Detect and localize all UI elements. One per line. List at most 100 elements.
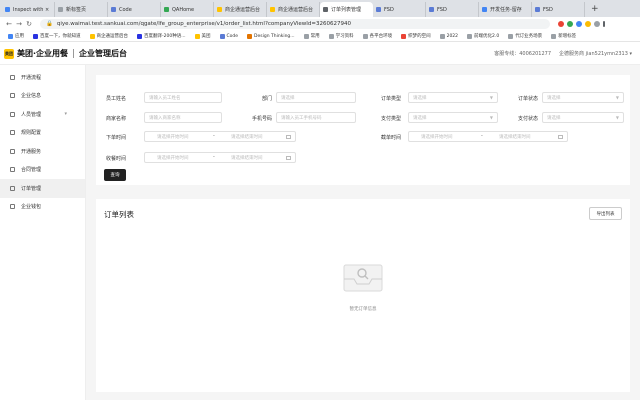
tab-favicon-icon [217,7,222,12]
calendar-icon [286,134,291,139]
forward-icon[interactable]: → [14,20,24,28]
employee-name-input[interactable]: 请输入员工姓名 [144,92,222,103]
sidebar-item[interactable]: 人员管理 ▾ [0,105,85,124]
address-bar[interactable]: 🔒 qiye.waimai.test.sankuai.com/qgate/lfe… [40,19,550,29]
extension-icon[interactable] [585,21,591,27]
tab-label: FSD [543,6,553,13]
bookmark-item[interactable]: Code [219,33,239,39]
page-title: 企业管理后台 [79,49,128,58]
browser-tab[interactable]: FSD [426,2,479,17]
sidebar-item-label: 合同管理 [21,167,42,174]
new-tab-button[interactable]: + [591,2,599,17]
phone-label: 手机号码 [251,116,272,122]
order-time-label: 下单时间 [105,135,126,141]
bookmark-label: 学习资料 [335,34,354,39]
order-list-panel: 订单列表 导出列表 暂无订单信息 [96,199,630,392]
tab-label: 订单列表管理 [331,7,362,13]
bookmark-icon [219,33,225,39]
extension-icon[interactable] [567,21,573,27]
receive-time-range[interactable]: 请选择开始时间 - 请选择结束时间 [144,152,296,163]
bookmark-item[interactable]: 前端优化2.0 [467,33,499,39]
browser-tab[interactable]: 开发任务-留存 [479,2,532,17]
sidebar-item[interactable]: 开通服务 [0,142,85,161]
menu-icon[interactable] [603,21,605,27]
cutoff-time-range[interactable]: 请选择开始时间 - 请选择结束时间 [408,131,568,142]
bookmark-label: 百度翻译-200种语... [144,34,186,39]
tab-favicon-icon [429,7,434,12]
profile-icon[interactable] [594,21,600,27]
sidebar-item[interactable]: 订单管理 [0,179,85,198]
browser-tab[interactable]: Code [108,2,161,17]
pay-type-select[interactable]: 请选择 ▼ [408,112,498,123]
bookmark-item[interactable]: 织梦的空间 [401,33,431,39]
sidebar-item[interactable]: 企业钱包 [0,198,85,217]
bookmark-item[interactable]: 2022 [439,33,459,39]
bookmark-item[interactable]: 商企通运营后台 [89,33,128,39]
browser-tab[interactable]: Inspect with × [2,2,55,17]
extension-icon[interactable] [576,21,582,27]
bookmark-label: 2022 [446,33,459,39]
browser-tab[interactable]: 订单列表管理 [320,2,373,17]
bookmark-item[interactable]: 各平台环境 [362,33,393,39]
bookmark-item[interactable]: 美团 [194,33,211,39]
browser-tab[interactable]: 商企通运营后台 [267,2,320,17]
merchant-name-input[interactable]: 请输入商家名称 [144,112,222,123]
bookmark-label: 常用 [310,34,320,39]
bookmark-label: Design Thinking... [254,33,295,39]
tab-label: 新标签页 [66,7,87,13]
tab-favicon-icon [270,7,275,12]
order-type-select[interactable]: 请选择 ▼ [408,92,498,103]
hotline: 客服专线：4006201277 [494,51,552,57]
bookmark-item[interactable]: 新增标签 [551,33,576,39]
bookmark-icon [467,33,473,39]
department-select[interactable]: 请选择 [276,92,356,103]
browser-tab[interactable]: FSD [373,2,426,17]
tab-label: 商企通运营后台 [278,7,314,13]
bookmark-item[interactable]: 代订业务场景 [508,33,542,39]
query-button[interactable]: 查询 [104,169,126,181]
bookmark-item[interactable]: Design Thinking... [247,33,295,39]
bookmark-item[interactable]: 常用 [303,33,320,39]
bookmark-label: 代订业务场景 [515,34,543,39]
menu-item-icon [10,167,15,173]
bookmark-item[interactable]: 学习资料 [328,33,354,39]
bookmark-icon [508,33,514,39]
bookmark-label: 新增标签 [558,34,577,39]
divider [73,49,75,58]
sidebar-item[interactable]: 合同管理 [0,161,85,180]
user-menu[interactable]: 企德服务商 jian521ymn2313 ▾ [559,50,632,57]
sidebar: 开通流程企业信息人员管理 ▾ 规则配置 开通服务合同管理订单管理 企业钱包 [0,65,86,400]
sidebar-item[interactable]: 开通流程 [0,68,85,87]
order-status-select[interactable]: 请选择 ▼ [542,92,624,103]
pay-status-select[interactable]: 请选择 ▼ [542,112,624,123]
sidebar-item[interactable]: 企业信息 [0,87,85,106]
browser-tab[interactable]: 商企通运营后台 [214,2,267,17]
bookmark-label: 各平台环境 [369,34,393,39]
bookmark-item[interactable]: 百度翻译-200种语... [137,33,186,39]
bookmark-label: 美团 [201,34,211,39]
browser-tab[interactable]: 新标签页 [55,2,108,17]
tab-favicon-icon [111,7,116,12]
tab-label: 开发任务-留存 [490,7,522,13]
order-time-range[interactable]: 请选择开始时间 - 请选择结束时间 [144,131,296,142]
sidebar-item[interactable]: 规则配置 [0,124,85,143]
phone-input[interactable]: 请输入员工手机号码 [276,112,356,123]
bookmark-icon [247,33,253,39]
order-status-label: 订单状态 [517,96,538,102]
bookmark-item[interactable]: 应用 [8,33,24,39]
tab-favicon-icon [58,7,63,12]
back-icon[interactable]: ← [4,20,14,28]
reload-icon[interactable]: ↻ [24,20,34,28]
browser-tab[interactable]: QAHome [161,2,214,17]
extension-icon[interactable] [558,21,564,27]
chevron-down-icon: ▼ [615,115,619,120]
tab-label: 商企通运营后台 [225,7,261,13]
bookmark-label: Code [226,33,239,39]
menu-item-icon [10,93,15,99]
sidebar-item-label: 企业信息 [21,93,42,100]
bookmark-item[interactable]: 百度一下，你就知道 [33,33,81,39]
tab-label: QAHome [172,6,195,13]
calendar-icon [558,134,563,139]
browser-tab[interactable]: FSD [532,2,585,17]
export-button[interactable]: 导出列表 [589,207,622,220]
